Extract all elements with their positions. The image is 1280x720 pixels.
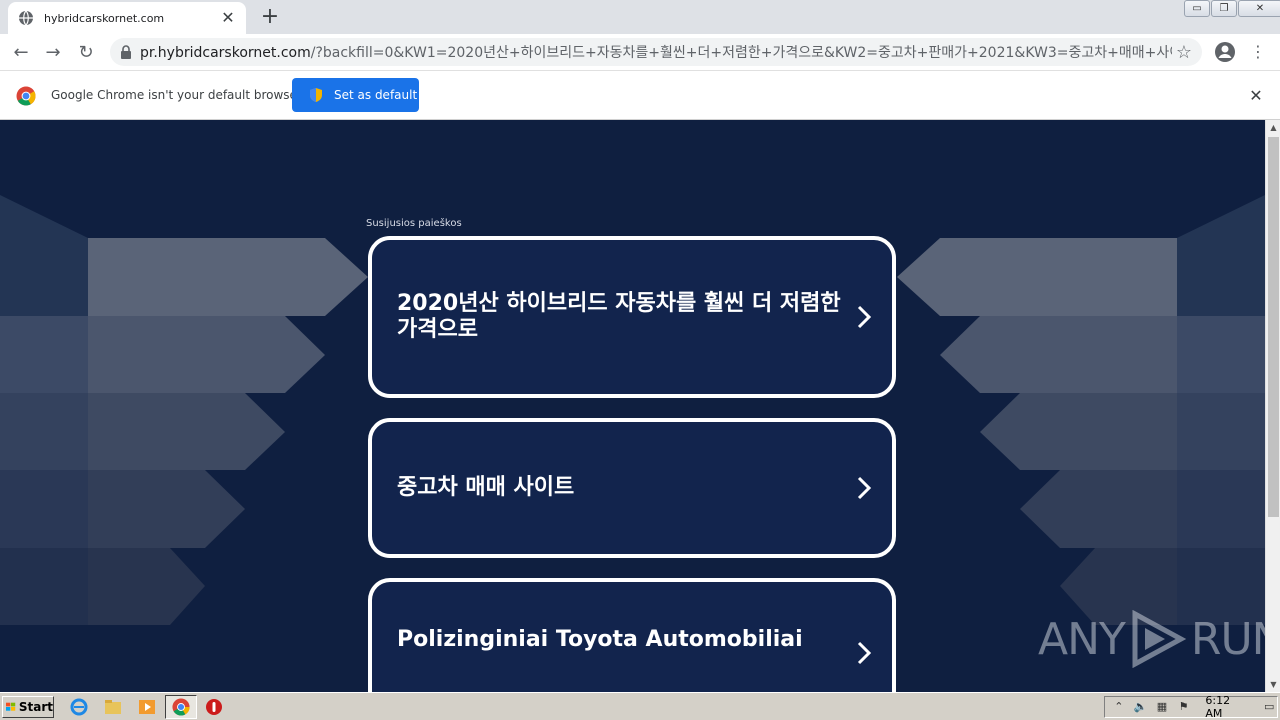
desktop-icon[interactable]: ▭ <box>1261 699 1277 715</box>
url-path: /?backfill=0&KW1=2020년산+하이브리드+자동차를+훨씬+더+… <box>310 45 1172 61</box>
tab-title: hybridcarskornet.com <box>44 11 165 25</box>
chrome-icon <box>16 86 36 106</box>
start-button[interactable]: Start <box>2 696 54 718</box>
page-content: Susijusios paieškos 2020년산 하이브리드 자동차를 훨씬… <box>0 120 1265 692</box>
restore-button[interactable]: ❐ <box>1211 0 1237 17</box>
browser-toolbar: ← → ↻ pr.hybridcarskornet.com/?backfill=… <box>0 34 1280 71</box>
network-icon[interactable]: ▦ <box>1154 699 1170 715</box>
chevron-up-icon[interactable]: ⌃ <box>1111 699 1127 715</box>
card-label: 2020년산 하이브리드 자동차를 훨씬 더 저렴한 가격으로 <box>397 291 841 342</box>
folder-icon[interactable] <box>104 698 122 716</box>
windows-taskbar: Start ⌃ 🔈 ▦ ⚑ 6:12 AM ▭ <box>0 692 1280 720</box>
search-card-1[interactable]: 2020년산 하이브리드 자동차를 훨씬 더 저렴한 가격으로 <box>368 236 896 398</box>
menu-icon[interactable]: ⋮ <box>1250 40 1266 64</box>
search-card-2[interactable]: 중고차 매매 사이트 <box>368 418 896 558</box>
watermark-left: ANY <box>1038 613 1126 665</box>
close-icon[interactable]: ✕ <box>1246 86 1266 106</box>
profile-icon[interactable] <box>1214 41 1236 63</box>
globe-icon <box>19 10 33 26</box>
forward-icon[interactable]: → <box>40 40 66 66</box>
windows-flag-icon <box>6 702 16 711</box>
watermark-right: RUN <box>1190 613 1265 665</box>
infobar-message: Google Chrome isn't your default browser <box>51 88 302 102</box>
chrome-icon <box>172 698 190 716</box>
close-icon[interactable]: ✕ <box>220 10 236 26</box>
plus-icon[interactable]: + <box>258 6 282 30</box>
window-controls: ▭ ❐ ✕ <box>1183 0 1280 18</box>
lock-icon[interactable] <box>120 45 132 59</box>
card-label: 중고차 매매 사이트 <box>397 475 575 500</box>
minimize-button[interactable]: ▭ <box>1184 0 1210 17</box>
active-tab[interactable]: hybridcarskornet.com ✕ <box>8 2 246 34</box>
url-host: pr.hybridcarskornet.com <box>140 45 311 61</box>
anyrun-watermark: ANY RUN <box>1038 610 1265 668</box>
back-icon[interactable]: ← <box>8 40 34 66</box>
chevron-right-icon <box>857 305 872 329</box>
clock[interactable]: 6:12 AM <box>1205 694 1249 720</box>
play-logo-icon <box>1132 610 1187 668</box>
shield-icon <box>310 88 322 102</box>
system-tray: ⌃ 🔈 ▦ ⚑ 6:12 AM ▭ <box>1104 694 1278 720</box>
tab-strip: hybridcarskornet.com ✕ + ▭ ❐ ✕ <box>0 0 1280 34</box>
default-browser-infobar: Google Chrome isn't your default browser… <box>0 71 1280 120</box>
search-card-3[interactable]: Polizinginiai Toyota Automobiliai <box>368 578 896 692</box>
set-as-default-button[interactable]: Set as default <box>292 78 419 112</box>
flag-icon[interactable]: ⚑ <box>1176 699 1192 715</box>
window-close-button[interactable]: ✕ <box>1238 0 1280 17</box>
media-icon[interactable] <box>138 698 156 716</box>
scroll-thumb[interactable] <box>1268 137 1279 517</box>
card-label: Polizinginiai Toyota Automobiliai <box>397 627 803 652</box>
url-text[interactable]: pr.hybridcarskornet.com/?backfill=0&KW1=… <box>140 42 1172 62</box>
screen: hybridcarskornet.com ✕ + ▭ ❐ ✕ ← → ↻ pr.… <box>0 0 1280 720</box>
reload-icon[interactable]: ↻ <box>73 40 99 66</box>
chevron-right-icon <box>857 476 872 500</box>
address-bar[interactable]: pr.hybridcarskornet.com/?backfill=0&KW1=… <box>110 38 1202 66</box>
chrome-taskbar-button[interactable] <box>165 695 197 719</box>
scroll-up-arrow[interactable]: ▲ <box>1266 120 1280 135</box>
star-icon[interactable]: ☆ <box>1172 42 1196 63</box>
ie-icon[interactable] <box>70 698 88 716</box>
scroll-down-arrow[interactable]: ▼ <box>1266 677 1280 692</box>
opera-icon[interactable] <box>205 698 223 716</box>
page-scrollbar[interactable]: ▲ ▼ <box>1265 120 1280 692</box>
set-as-default-label: Set as default <box>334 88 418 102</box>
chevron-right-icon <box>857 641 872 665</box>
speaker-icon[interactable]: 🔈 <box>1133 699 1149 715</box>
start-label: Start <box>18 700 53 714</box>
related-searches-label: Susijusios paieškos <box>366 218 462 229</box>
